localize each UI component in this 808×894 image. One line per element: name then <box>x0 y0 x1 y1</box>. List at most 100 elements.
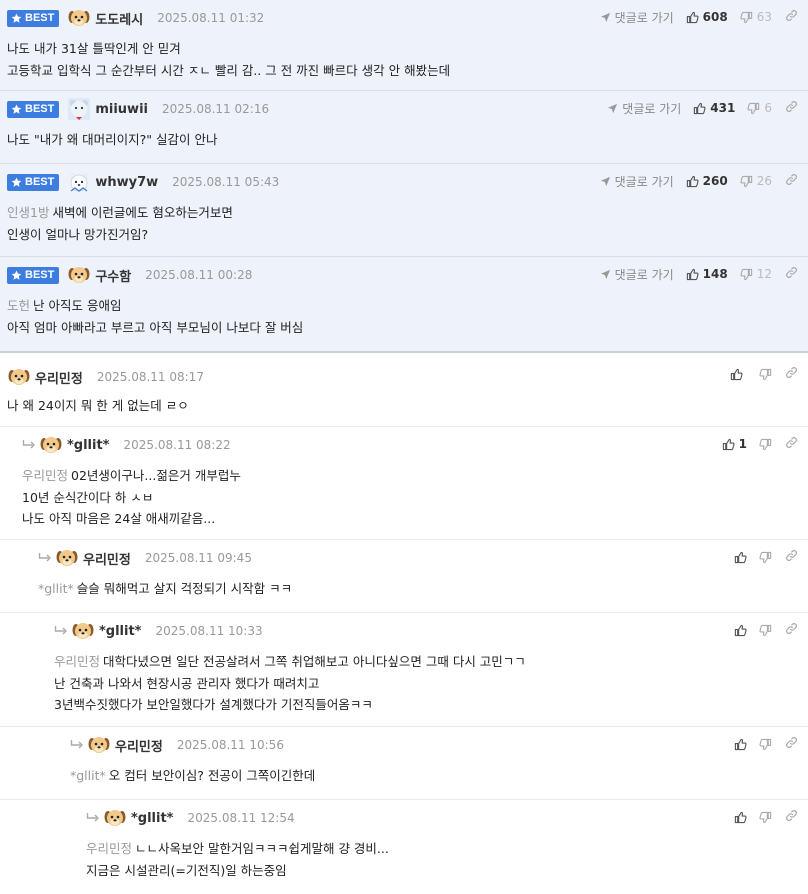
best-badge: BEST <box>7 173 60 191</box>
comment-author[interactable]: *gllit* <box>67 438 110 453</box>
upvote-button[interactable]: 148 <box>686 267 728 281</box>
comment: 우리민정 2025.08.11 08:17 나 왜 24이지 뭐 한 게 없는데… <box>0 353 808 427</box>
best-comment: BEST whwy7w 2025.08.11 05:43 댓글로 가기 260 … <box>0 164 808 257</box>
upvote-button[interactable]: 431 <box>693 101 735 115</box>
mention[interactable]: 인생1방 <box>7 205 49 220</box>
comment-date: 2025.08.11 01:32 <box>157 11 265 25</box>
comment-author[interactable]: 도도레시 <box>95 9 143 28</box>
reply-arrow-icon <box>38 553 51 562</box>
mention[interactable]: 우리민정 <box>54 654 100 669</box>
puppy-avatar[interactable] <box>71 619 95 643</box>
mention[interactable]: 우리민정 <box>86 841 132 856</box>
thumbs-down-icon <box>747 102 760 114</box>
comment-text-line: 우리민정 ㄴㄴ사옥보안 말한거임ㅋㅋㅋ쉽게말해 걍 경비... <box>86 841 389 856</box>
star-icon <box>11 13 22 23</box>
goto-comment-link[interactable]: 댓글로 가기 <box>600 173 674 190</box>
comment-author[interactable]: *gllit* <box>99 624 142 639</box>
puppy-avatar[interactable] <box>103 806 127 830</box>
comment-author[interactable]: miiuwii <box>95 102 148 117</box>
bear-avatar[interactable] <box>67 97 91 121</box>
upvote-button[interactable]: 260 <box>686 174 728 188</box>
link-icon <box>786 10 797 21</box>
comment-text-line: 우리민정 대학다녔으면 일단 전공살려서 그쪽 취업해보고 아니다싶으면 그때 다… <box>54 654 526 669</box>
comment-author[interactable]: 우리민정 <box>35 368 83 387</box>
upvote-button[interactable] <box>734 624 747 637</box>
upvote-button[interactable]: 1 <box>722 437 747 451</box>
upvote-button[interactable] <box>730 368 747 381</box>
thumbs-up-icon <box>722 438 735 450</box>
mention[interactable]: *gllit* <box>70 768 106 783</box>
link-icon <box>786 737 797 748</box>
comment-author[interactable]: 우리민정 <box>83 549 131 568</box>
comment-date: 2025.08.11 05:43 <box>172 175 280 189</box>
comment-author[interactable]: whwy7w <box>95 175 158 190</box>
share-link-button[interactable] <box>785 100 798 113</box>
comment-text-line: 나 왜 24이지 뭐 한 게 없는데 ㄹㅇ <box>7 398 189 413</box>
reply-comment: *gllit* 2025.08.11 08:22 1 우리민정 02년생이구나..… <box>0 427 808 540</box>
puppy-avatar[interactable] <box>67 6 91 30</box>
share-link-button[interactable] <box>785 809 798 822</box>
puppy-avatar[interactable] <box>67 263 91 287</box>
thumbs-down-icon <box>759 624 772 636</box>
comment-text-line: *gllit* 오 컴터 보안이심? 전공이 그쪽이긴한데 <box>70 768 316 783</box>
upvote-button[interactable] <box>734 738 747 751</box>
share-link-button[interactable] <box>785 366 798 379</box>
upvote-button[interactable] <box>734 811 747 824</box>
share-link-button[interactable] <box>785 622 798 635</box>
mention[interactable]: *gllit* <box>38 581 74 596</box>
comment-text-line: 나도 "내가 왜 대머리이지?" 실감이 안나 <box>7 132 218 147</box>
downvote-button[interactable]: 6 <box>747 101 772 115</box>
thumbs-up-icon <box>686 268 699 280</box>
comment-text-line: 고등학교 입학식 그 순간부터 시간 ㅈㄴ 빨리 감.. 그 전 까진 빠르다 … <box>7 62 451 78</box>
puppy-avatar[interactable] <box>39 433 63 457</box>
thumbs-up-icon <box>734 811 747 823</box>
puppy-avatar[interactable] <box>87 733 111 757</box>
thumbs-down-icon <box>759 738 772 750</box>
comment-list: BEST 도도레시 2025.08.11 01:32 댓글로 가기 608 63… <box>0 0 808 894</box>
downvote-button[interactable]: 26 <box>740 174 772 188</box>
downvote-button[interactable] <box>759 811 772 824</box>
downvote-button[interactable] <box>759 738 772 751</box>
comment-author[interactable]: *gllit* <box>131 811 174 826</box>
puppy-avatar[interactable] <box>55 546 79 570</box>
comment-text-line: 나도 아직 마음은 24살 애새끼같음... <box>22 511 216 526</box>
upvote-button[interactable] <box>734 551 747 564</box>
comment-date: 2025.08.11 09:45 <box>144 551 252 565</box>
share-link-button[interactable] <box>785 266 798 279</box>
link-icon <box>786 550 797 561</box>
goto-comment-link[interactable]: 댓글로 가기 <box>607 100 681 117</box>
thumbs-up-icon <box>686 175 699 187</box>
comment-author[interactable]: 구수함 <box>95 266 131 285</box>
mention[interactable]: 도헌 <box>7 298 30 313</box>
white-dog-avatar[interactable] <box>67 170 91 194</box>
downvote-button[interactable] <box>759 624 772 637</box>
downvote-button[interactable]: 12 <box>740 267 772 281</box>
comment-author[interactable]: 우리민정 <box>115 736 163 755</box>
comment-date: 2025.08.11 02:16 <box>161 102 270 116</box>
comment-text-line: 아직 엄마 아빠라고 부르고 아직 부모님이 나보다 잘 버심 <box>7 319 304 335</box>
goto-comment-link[interactable]: 댓글로 가기 <box>600 9 674 26</box>
goto-comment-link[interactable]: 댓글로 가기 <box>600 266 674 283</box>
comment-text-line: 10년 순식간이다 하 ㅅㅂ <box>22 489 154 505</box>
downvote-button[interactable] <box>759 438 772 451</box>
puppy-avatar[interactable] <box>7 365 31 389</box>
best-badge: BEST <box>7 266 60 284</box>
comment-text-line: 우리민정 02년생이구나...젊은거 개부럽누 <box>22 468 241 483</box>
thumbs-down-icon <box>759 811 772 823</box>
downvote-button[interactable] <box>759 368 772 381</box>
reply-arrow-icon <box>22 440 35 449</box>
share-link-button[interactable] <box>785 736 798 749</box>
mention[interactable]: 우리민정 <box>22 468 68 483</box>
link-icon <box>786 437 797 448</box>
share-link-button[interactable] <box>785 549 798 562</box>
star-icon <box>11 177 22 187</box>
downvote-button[interactable] <box>759 551 772 564</box>
share-link-button[interactable] <box>785 9 798 22</box>
share-link-button[interactable] <box>785 173 798 186</box>
upvote-button[interactable]: 608 <box>686 10 728 24</box>
comment-text-line: 인생이 얼마나 망가진거임? <box>7 226 149 242</box>
comment-text-line: 3년백수짓했다가 보안일했다가 설계했다가 기전직들어옴ㅋㅋ <box>54 697 373 712</box>
downvote-button[interactable]: 63 <box>740 10 772 24</box>
share-link-button[interactable] <box>785 436 798 449</box>
best-comment: BEST miiuwii 2025.08.11 02:16 댓글로 가기 431… <box>0 91 808 164</box>
